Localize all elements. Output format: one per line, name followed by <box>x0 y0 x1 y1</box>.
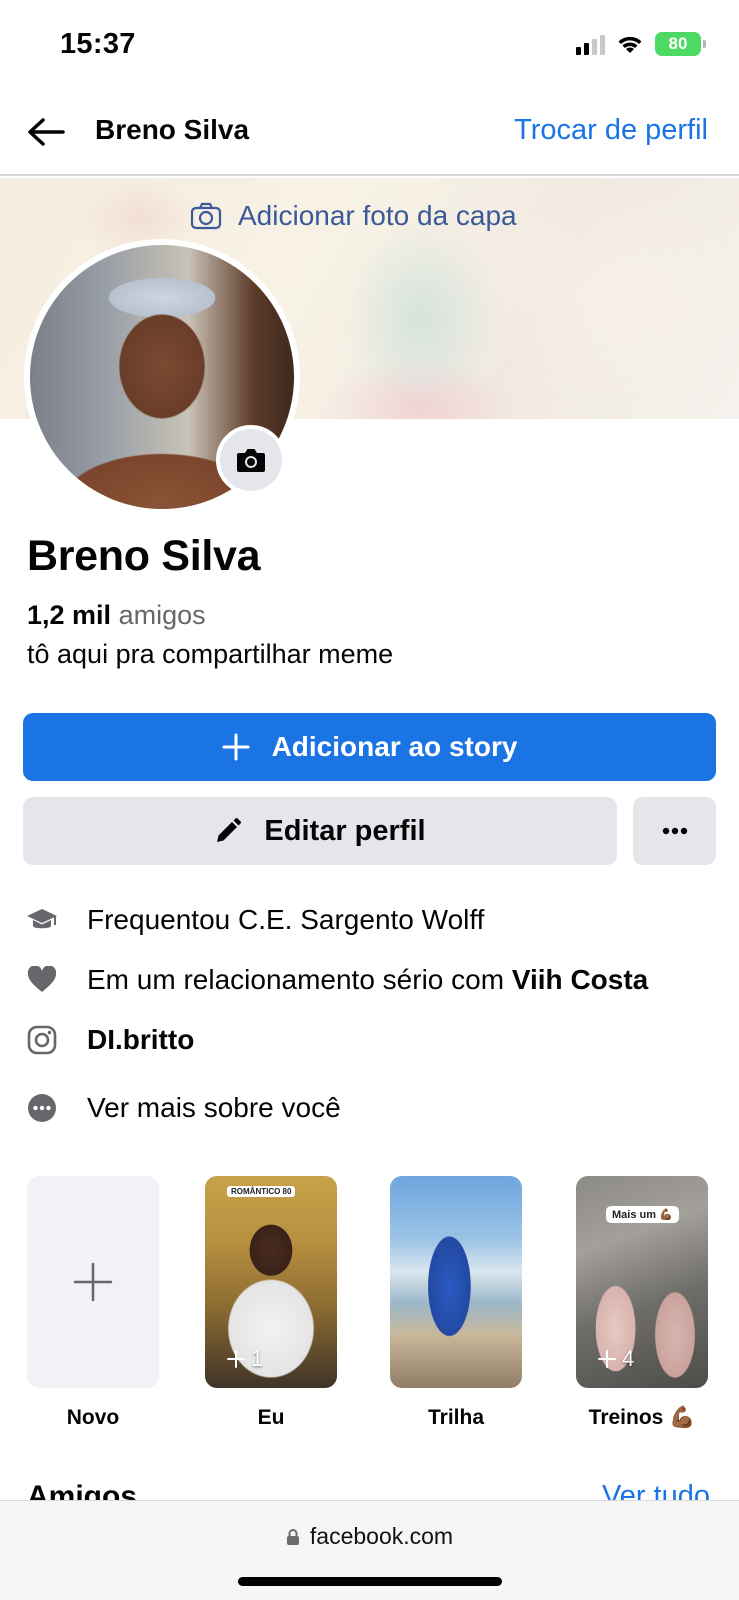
add-cover-photo-label: Adicionar foto da capa <box>238 200 517 231</box>
highlight-label: Eu <box>257 1406 285 1429</box>
detail-relationship-text: Em um relacionamento sério com Viih Cost… <box>87 964 648 996</box>
highlight-count-value: 4 <box>622 1346 635 1371</box>
change-profile-picture-button[interactable] <box>216 425 286 495</box>
address-bar[interactable]: facebook.com <box>0 1523 739 1550</box>
detail-instagram: DI.britto <box>0 1020 739 1060</box>
highlight-trilha-card[interactable] <box>390 1176 522 1388</box>
friends-count-line[interactable]: 1,2 mil amigos <box>27 600 206 631</box>
friends-label: amigos <box>118 600 206 630</box>
highlight-count: 4 <box>598 1346 634 1372</box>
friends-count: 1,2 mil <box>27 600 112 630</box>
add-cover-photo-button[interactable]: Adicionar foto da capa <box>190 200 517 232</box>
detail-education: Frequentou C.E. Sargento Wolff <box>0 900 739 940</box>
highlight-new-card[interactable] <box>27 1176 159 1388</box>
highlight-eu-card[interactable]: ROMÂNTICO 80 1 <box>205 1176 337 1388</box>
plus-icon <box>598 1350 616 1368</box>
more-dots-icon <box>662 827 687 835</box>
highlight-label: Treinos 💪🏾 <box>588 1406 696 1429</box>
detail-see-more[interactable]: Ver mais sobre você <box>0 1088 739 1128</box>
instagram-icon <box>24 1022 60 1058</box>
detail-relationship: Em um relacionamento sério com Viih Cost… <box>0 960 739 1000</box>
highlight-new[interactable]: Novo <box>27 1176 159 1430</box>
camera-icon <box>237 449 265 472</box>
battery-level: 80 <box>668 34 688 53</box>
back-button[interactable] <box>26 114 66 150</box>
more-options-button[interactable] <box>633 797 716 865</box>
highlight-eu[interactable]: ROMÂNTICO 80 1 Eu <box>205 1176 337 1430</box>
wifi-icon <box>618 36 642 53</box>
highlight-label: Trilha <box>427 1406 485 1429</box>
instagram-handle-link[interactable]: DI.britto <box>87 1024 194 1056</box>
browser-bottom-bar: facebook.com <box>0 1500 739 1600</box>
highlight-label: Novo <box>66 1406 120 1429</box>
highlight-sticker: Mais um 💪🏾 <box>606 1206 679 1223</box>
highlight-sticker: ROMÂNTICO 80 <box>227 1186 296 1197</box>
status-bar: 15:37 80 <box>0 0 739 88</box>
url-text: facebook.com <box>309 1523 454 1549</box>
signal-icon <box>576 33 605 55</box>
add-to-story-button[interactable]: Adicionar ao story <box>23 713 716 781</box>
home-indicator <box>238 1577 502 1586</box>
graduation-cap-icon <box>24 902 60 938</box>
plus-icon <box>73 1262 113 1302</box>
pencil-icon <box>217 818 242 842</box>
profile-header: Breno Silva Trocar de perfil <box>0 88 739 176</box>
highlight-treinos-card[interactable]: Mais um 💪🏾 4 <box>576 1176 708 1388</box>
highlight-count: 1 <box>227 1346 263 1372</box>
plus-icon <box>222 733 250 761</box>
status-time: 15:37 <box>60 28 136 60</box>
header-title: Breno Silva <box>95 114 250 145</box>
highlight-treinos[interactable]: Mais um 💪🏾 4 Treinos 💪🏾 <box>576 1176 708 1430</box>
edit-profile-button[interactable]: Editar perfil <box>23 797 617 865</box>
arrow-left-icon <box>28 118 65 146</box>
detail-education-text: Frequentou C.E. Sargento Wolff <box>87 904 485 935</box>
relationship-prefix: Em um relacionamento sério com <box>87 964 512 995</box>
plus-icon <box>227 1350 245 1368</box>
camera-outline-icon <box>190 202 222 230</box>
highlight-count-value: 1 <box>251 1346 264 1371</box>
more-circle-icon <box>24 1090 60 1126</box>
highlight-trilha[interactable]: Trilha <box>390 1176 522 1430</box>
see-more-about-you: Ver mais sobre você <box>87 1092 341 1123</box>
status-icons: 80 <box>576 32 706 56</box>
edit-profile-label: Editar perfil <box>264 814 426 847</box>
battery-icon: 80 <box>655 32 706 56</box>
relationship-partner-link[interactable]: Viih Costa <box>512 964 648 995</box>
lock-icon <box>286 1528 299 1545</box>
profile-bio: tô aqui pra compartilhar meme <box>27 639 394 669</box>
switch-profile-link[interactable]: Trocar de perfil <box>514 114 708 147</box>
heart-icon <box>24 962 60 998</box>
profile-name: Breno Silva <box>27 532 261 580</box>
add-to-story-label: Adicionar ao story <box>271 731 518 762</box>
